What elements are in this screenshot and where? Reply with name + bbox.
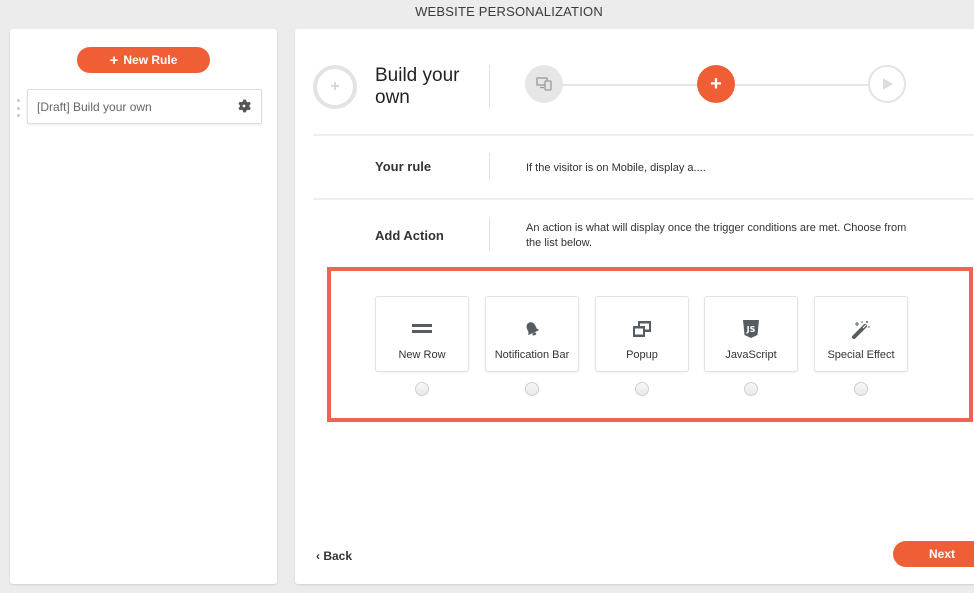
option-label: Popup	[626, 349, 658, 361]
new-row-card[interactable]: New Row	[375, 296, 469, 372]
divider	[489, 218, 490, 251]
new-rule-button[interactable]: + New Rule	[77, 47, 210, 73]
plus-icon: +	[710, 72, 722, 95]
option-label: Notification Bar	[494, 349, 570, 361]
option-label: Special Effect	[827, 349, 895, 361]
your-rule-text: If the visitor is on Mobile, display a..…	[526, 162, 706, 174]
special-effect-radio[interactable]	[854, 382, 868, 396]
your-rule-label: Your rule	[375, 159, 432, 174]
svg-text:JS: JS	[746, 325, 756, 334]
js-icon: JS	[743, 320, 759, 338]
option-label: New Row	[398, 349, 446, 361]
app-title: WEBSITE PERSONALIZATION	[415, 4, 603, 19]
gear-icon[interactable]	[237, 99, 251, 113]
add-action-label: Add Action	[375, 228, 444, 243]
sidebar: + New Rule [Draft] Build your own	[10, 29, 277, 584]
devices-icon	[536, 77, 552, 91]
play-icon	[883, 78, 893, 90]
separator	[313, 134, 974, 136]
new-row-radio[interactable]	[415, 382, 429, 396]
divider	[489, 65, 490, 109]
notification-bar-card[interactable]: Notification Bar	[485, 296, 579, 372]
plus-icon: +	[109, 51, 119, 69]
step-devices[interactable]	[525, 65, 563, 103]
option-label: JavaScript	[725, 349, 777, 361]
drag-handle[interactable]	[16, 99, 20, 117]
new-rule-label: New Rule	[123, 53, 178, 67]
divider	[489, 153, 490, 181]
javascript-card[interactable]: JS JavaScript	[704, 296, 798, 372]
window-restore-icon	[633, 321, 651, 337]
popup-radio[interactable]	[635, 382, 649, 396]
rule-list-item[interactable]: [Draft] Build your own	[27, 89, 262, 124]
step-launch[interactable]	[868, 65, 906, 103]
step-action[interactable]: +	[697, 65, 735, 103]
special-effect-card[interactable]: Special Effect	[814, 296, 908, 372]
action-option-javascript: JS JavaScript	[704, 296, 798, 396]
magic-wand-icon	[852, 321, 870, 339]
main-panel: + Build your own + Your rule If the visi…	[295, 29, 974, 584]
separator	[313, 198, 974, 200]
bell-icon	[526, 322, 540, 336]
action-option-new-row: New Row	[375, 296, 469, 396]
back-link[interactable]: ‹ Back	[316, 549, 352, 563]
stepper-line	[735, 84, 869, 86]
notification-bar-radio[interactable]	[525, 382, 539, 396]
javascript-radio[interactable]	[744, 382, 758, 396]
equals-icon	[412, 324, 432, 333]
action-option-special-effect: Special Effect	[814, 296, 908, 396]
next-button[interactable]: Next	[893, 541, 974, 567]
rule-item-label: [Draft] Build your own	[37, 99, 152, 114]
popup-card[interactable]: Popup	[595, 296, 689, 372]
plus-circle-icon: +	[313, 65, 357, 109]
stepper-line	[563, 84, 697, 86]
action-option-notification-bar: Notification Bar	[485, 296, 579, 396]
action-option-popup: Popup	[595, 296, 689, 396]
rule-title: Build your own	[375, 65, 460, 108]
add-action-text: An action is what will display once the …	[526, 222, 907, 249]
